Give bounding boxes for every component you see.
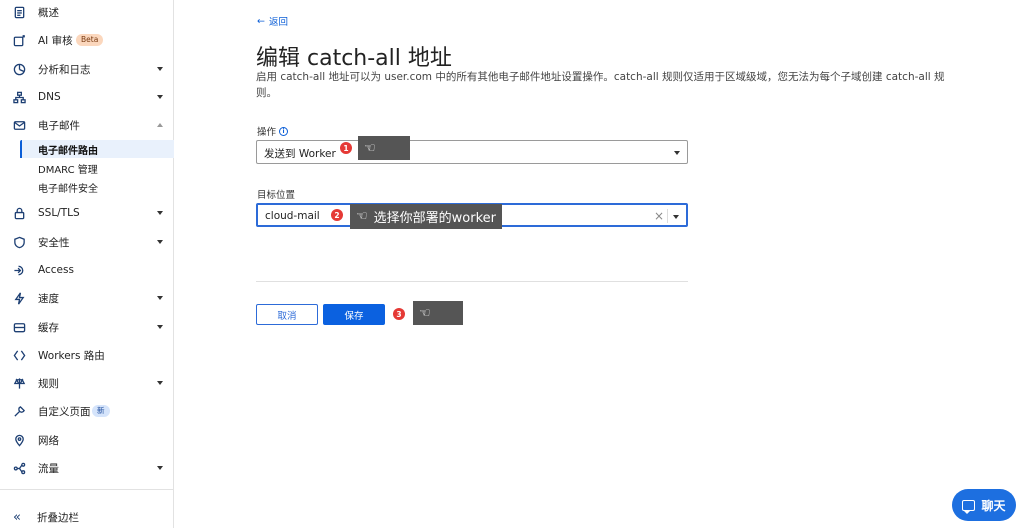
chevron-down-icon xyxy=(157,95,163,99)
tooltip-2: ☜ 选择你部署的worker xyxy=(350,204,502,229)
chevron-down-icon xyxy=(157,325,163,329)
sidebar-item-label: 流量 xyxy=(38,462,59,475)
back-link[interactable]: ← 返回 xyxy=(257,14,288,29)
sidebar-item-speed[interactable]: 速度 xyxy=(0,286,174,310)
destination-field-label: 目标位置 xyxy=(257,187,295,201)
document-icon xyxy=(12,5,26,19)
lock-icon xyxy=(12,206,26,220)
chat-button[interactable]: 聊天 xyxy=(952,489,1016,521)
tooltip-3: ☜ xyxy=(413,301,463,325)
destination-label-text: 目标位置 xyxy=(257,190,296,201)
step-marker-1: 1 xyxy=(340,142,352,154)
sidebar-item-label: 分析和日志 xyxy=(38,63,91,76)
collapse-sidebar-label: 折叠边栏 xyxy=(37,512,79,524)
sidebar-item-label: 自定义页面 xyxy=(38,405,91,418)
clear-icon[interactable]: × xyxy=(654,209,664,223)
chevron-down-icon xyxy=(673,215,679,219)
sidebar-item-ssl[interactable]: SSL/TLS xyxy=(0,201,174,225)
workers-icon xyxy=(12,348,26,362)
sidebar-item-label: 规则 xyxy=(38,377,59,390)
arrow-left-icon: ← xyxy=(257,15,265,27)
location-icon xyxy=(12,433,26,447)
sidebar-item-label: Access xyxy=(38,264,74,276)
step-marker-3: 3 xyxy=(393,308,405,320)
chat-bubble-icon xyxy=(962,499,976,514)
action-label-text: 操作 xyxy=(257,127,277,138)
cancel-button[interactable]: 取消 xyxy=(256,304,318,325)
action-select[interactable]: 发送到 Worker xyxy=(256,140,688,164)
sidebar-item-label: Workers 路由 xyxy=(38,349,105,362)
pointing-hand-icon: ☜ xyxy=(364,140,376,156)
sidebar-item-ai-audit[interactable]: AI 审核 Beta xyxy=(0,28,174,52)
sidebar-item-label: SSL/TLS xyxy=(38,207,80,219)
new-badge: 新 xyxy=(92,405,110,417)
sidebar: 概述 AI 审核 Beta 分析和日志 DNS 电子邮件 电子邮件路由 DMAR… xyxy=(0,0,174,528)
wrench-icon xyxy=(12,404,26,418)
destination-select-value: cloud-mail xyxy=(265,210,320,222)
pointing-hand-icon: ☜ xyxy=(419,305,431,321)
sidebar-item-label: 缓存 xyxy=(38,321,59,334)
sidebar-item-security[interactable]: 安全性 xyxy=(0,230,174,254)
sidebar-item-dns[interactable]: DNS xyxy=(0,85,174,109)
action-select-value: 发送到 Worker xyxy=(264,148,336,160)
sidebar-subitem-email-security[interactable]: 电子邮件安全 xyxy=(38,178,98,196)
sidebar-item-label: 安全性 xyxy=(38,236,70,249)
traffic-icon xyxy=(12,461,26,475)
sidebar-item-traffic[interactable]: 流量 xyxy=(0,456,174,480)
chevron-down-icon xyxy=(157,67,163,71)
access-icon xyxy=(12,263,26,277)
sidebar-item-network[interactable]: 网络 xyxy=(0,428,174,452)
ai-audit-icon xyxy=(12,33,26,47)
back-label: 返回 xyxy=(268,17,288,28)
sidebar-item-overview[interactable]: 概述 xyxy=(0,0,174,24)
sidebar-item-rules[interactable]: 规则 xyxy=(0,371,174,395)
step-marker-2: 2 xyxy=(331,209,343,221)
tooltip-1: ☜ xyxy=(358,136,410,160)
double-chevron-left-icon: « xyxy=(13,510,21,525)
chat-label: 聊天 xyxy=(981,498,1006,513)
sidebar-item-label: DNS xyxy=(38,91,61,103)
chevron-down-icon xyxy=(157,296,163,300)
sidebar-item-analytics[interactable]: 分析和日志 xyxy=(0,57,174,81)
sidebar-subitem-email-routing[interactable]: 电子邮件路由 xyxy=(38,140,98,158)
chevron-down-icon xyxy=(157,466,163,470)
sidebar-item-label: AI 审核 xyxy=(38,34,73,47)
email-icon xyxy=(12,118,26,132)
beta-badge: Beta xyxy=(76,34,104,46)
collapse-sidebar-button[interactable]: « 折叠边栏 xyxy=(10,510,79,525)
sidebar-item-label: 速度 xyxy=(38,292,59,305)
chevron-down-icon xyxy=(674,151,680,155)
sidebar-subitem-dmarc[interactable]: DMARC 管理 xyxy=(38,159,98,177)
sidebar-item-email[interactable]: 电子邮件 xyxy=(0,113,174,137)
chevron-down-icon xyxy=(157,240,163,244)
info-icon[interactable]: i xyxy=(279,126,289,136)
select-separator xyxy=(667,209,668,223)
action-field-label: 操作 i xyxy=(257,124,289,138)
chevron-down-icon xyxy=(157,381,163,385)
sidebar-item-label: 概述 xyxy=(38,6,59,19)
bolt-icon xyxy=(12,291,26,305)
pointing-hand-icon: ☜ xyxy=(356,209,368,224)
chevron-up-icon xyxy=(157,123,163,127)
form-divider xyxy=(256,281,688,282)
page-title: 编辑 catch-all 地址 xyxy=(256,46,452,71)
sidebar-item-cache[interactable]: 缓存 xyxy=(0,315,174,339)
save-button[interactable]: 保存 xyxy=(323,304,385,325)
sidebar-item-label: 电子邮件 xyxy=(38,119,80,132)
rules-icon xyxy=(12,376,26,390)
sidebar-item-access[interactable]: Access xyxy=(0,258,174,282)
dns-icon xyxy=(12,90,26,104)
cache-icon xyxy=(12,320,26,334)
page-description: 启用 catch-all 地址可以为 user.com 中的所有其他电子邮件地址… xyxy=(256,71,945,99)
sidebar-item-label: 网络 xyxy=(38,434,59,447)
tooltip-2-text: 选择你部署的worker xyxy=(373,211,496,226)
shield-icon xyxy=(12,235,26,249)
sidebar-item-custom-pages[interactable]: 自定义页面 新 xyxy=(0,399,174,423)
sidebar-item-workers-routes[interactable]: Workers 路由 xyxy=(0,343,174,367)
analytics-icon xyxy=(12,62,26,76)
chevron-down-icon xyxy=(157,211,163,215)
